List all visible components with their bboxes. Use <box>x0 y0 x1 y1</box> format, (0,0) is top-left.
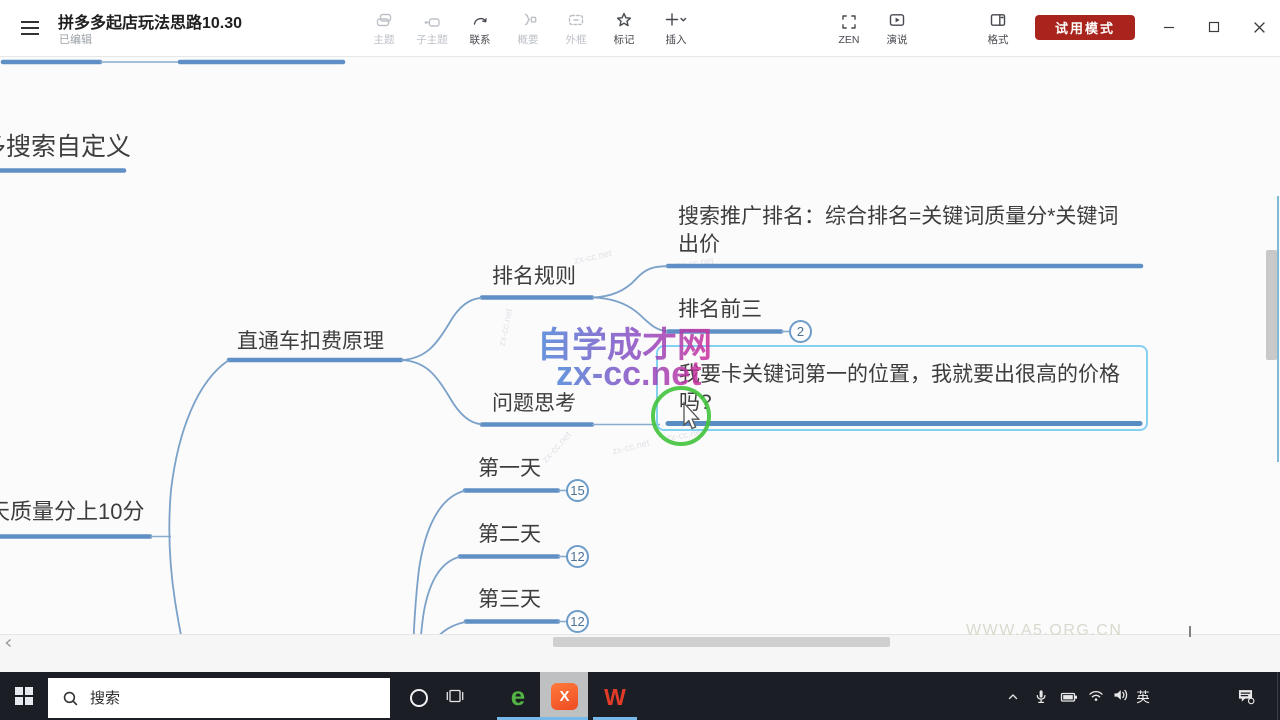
map-node[interactable]: 天质量分上10分 <box>0 498 144 526</box>
click-effect-ring <box>651 386 711 446</box>
map-node[interactable]: 直通车扣费原理 <box>237 328 384 356</box>
canvas-right-edge-line <box>1277 196 1279 462</box>
summary-icon <box>519 11 537 29</box>
scatter-watermark: zx-cc.net <box>611 438 651 458</box>
hamburger-menu-button[interactable] <box>16 15 44 41</box>
trial-mode-button[interactable]: 试用模式 <box>1035 15 1135 40</box>
insert-button[interactable]: 插入 <box>650 7 702 51</box>
maximize-icon <box>1208 21 1220 33</box>
map-node[interactable]: 第三天 <box>478 586 541 614</box>
star-icon <box>615 11 633 29</box>
marker-button[interactable]: 标记 <box>600 7 648 51</box>
play-frame-icon <box>888 11 906 29</box>
scatter-watermark: zx-cc.net <box>497 308 516 347</box>
boundary-icon <box>567 11 585 29</box>
wps-app-icon[interactable]: W <box>595 680 635 714</box>
minimize-icon <box>1163 21 1175 33</box>
scrollbar-corner-mark <box>1189 626 1191 637</box>
document-title: 拼多多起店玩法思路10.30 <box>58 9 242 33</box>
internet-explorer-icon[interactable]: e <box>498 678 538 714</box>
boundary-button[interactable]: 外框 <box>552 7 600 51</box>
windows-logo-icon <box>15 687 33 705</box>
close-button[interactable] <box>1243 12 1275 42</box>
format-button[interactable]: 格式 <box>974 7 1022 51</box>
relation-button[interactable]: 联系 <box>456 7 504 51</box>
start-button[interactable] <box>10 682 38 710</box>
xmind-app-icon[interactable]: X <box>551 683 578 710</box>
scroll-left-icon[interactable] <box>3 636 15 654</box>
hamburger-icon <box>20 20 40 36</box>
chevron-up-icon <box>1006 690 1020 702</box>
zen-mode-button[interactable]: ZEN <box>825 7 873 51</box>
scatter-watermark: zx-cc.net <box>540 430 574 466</box>
tray-expand-button[interactable] <box>1003 688 1023 704</box>
relation-icon <box>471 11 489 29</box>
corner-watermark: WWW.A5.ORG.CN <box>966 622 1122 640</box>
microphone-icon <box>1033 688 1049 705</box>
cortana-button[interactable] <box>410 689 428 707</box>
minimize-button[interactable] <box>1153 12 1185 42</box>
subtopic-icon <box>423 11 441 29</box>
windows-taskbar: e X W <box>0 672 1280 720</box>
tray-speaker[interactable] <box>1110 686 1130 704</box>
map-node[interactable]: 第一天 <box>478 455 541 483</box>
topic-button[interactable]: 主题 <box>360 7 408 51</box>
action-center-icon <box>1236 687 1255 706</box>
map-node-selected[interactable]: 我要卡关键词第一的位置，我就要出很高的价格吗? <box>679 361 1131 416</box>
action-center-button[interactable] <box>1233 685 1257 707</box>
split-panel-icon <box>989 11 1007 29</box>
tray-wifi[interactable] <box>1086 686 1106 704</box>
horizontal-scrollbar-thumb[interactable] <box>553 637 890 647</box>
node-count-badge[interactable]: 2 <box>789 320 812 343</box>
map-node[interactable]: 搜索推广排名：综合排名=关键词质量分*关键词出价 <box>678 203 1130 258</box>
map-node[interactable]: 排名规则 <box>492 263 576 291</box>
edit-status: 已编辑 <box>59 31 92 47</box>
speaker-icon <box>1112 687 1129 703</box>
map-node[interactable]: 第二天 <box>478 521 541 549</box>
vertical-scrollbar-thumb[interactable] <box>1266 250 1277 360</box>
close-icon <box>1253 21 1266 34</box>
scatter-watermark: zx-cc.net <box>573 248 612 267</box>
summary-button[interactable]: 概要 <box>504 7 552 51</box>
topic-icon <box>375 11 393 29</box>
wifi-icon <box>1088 688 1104 703</box>
subtopic-button[interactable]: 子主题 <box>408 7 456 51</box>
plus-caret-icon <box>664 11 688 29</box>
search-input[interactable] <box>48 678 390 718</box>
titlebar: 拼多多起店玩法思路10.30 已编辑 主题 子主题 联系 概要 <box>0 0 1280 57</box>
node-count-badge[interactable]: 15 <box>566 479 589 502</box>
taskbar-search-box[interactable] <box>48 678 390 718</box>
map-node[interactable]: 多搜索自定义 <box>0 134 131 162</box>
task-view-icon <box>445 686 465 706</box>
tray-battery[interactable] <box>1058 689 1080 704</box>
present-button[interactable]: 演说 <box>873 7 921 51</box>
maximize-button[interactable] <box>1198 12 1230 42</box>
node-count-badge[interactable]: 12 <box>566 610 589 633</box>
language-indicator[interactable]: 英 <box>1133 686 1153 706</box>
battery-icon <box>1060 690 1078 704</box>
node-count-badge[interactable]: 12 <box>566 545 589 568</box>
map-node[interactable]: 问题思考 <box>492 390 576 418</box>
tray-microphone[interactable] <box>1031 686 1051 706</box>
show-desktop-divider[interactable] <box>1277 672 1278 720</box>
corner-brackets-icon <box>840 13 858 31</box>
task-view-button[interactable] <box>442 684 468 708</box>
app-window: zx-cc.net zx-cc.net zx-cc.net zx-cc.net … <box>0 0 1280 720</box>
